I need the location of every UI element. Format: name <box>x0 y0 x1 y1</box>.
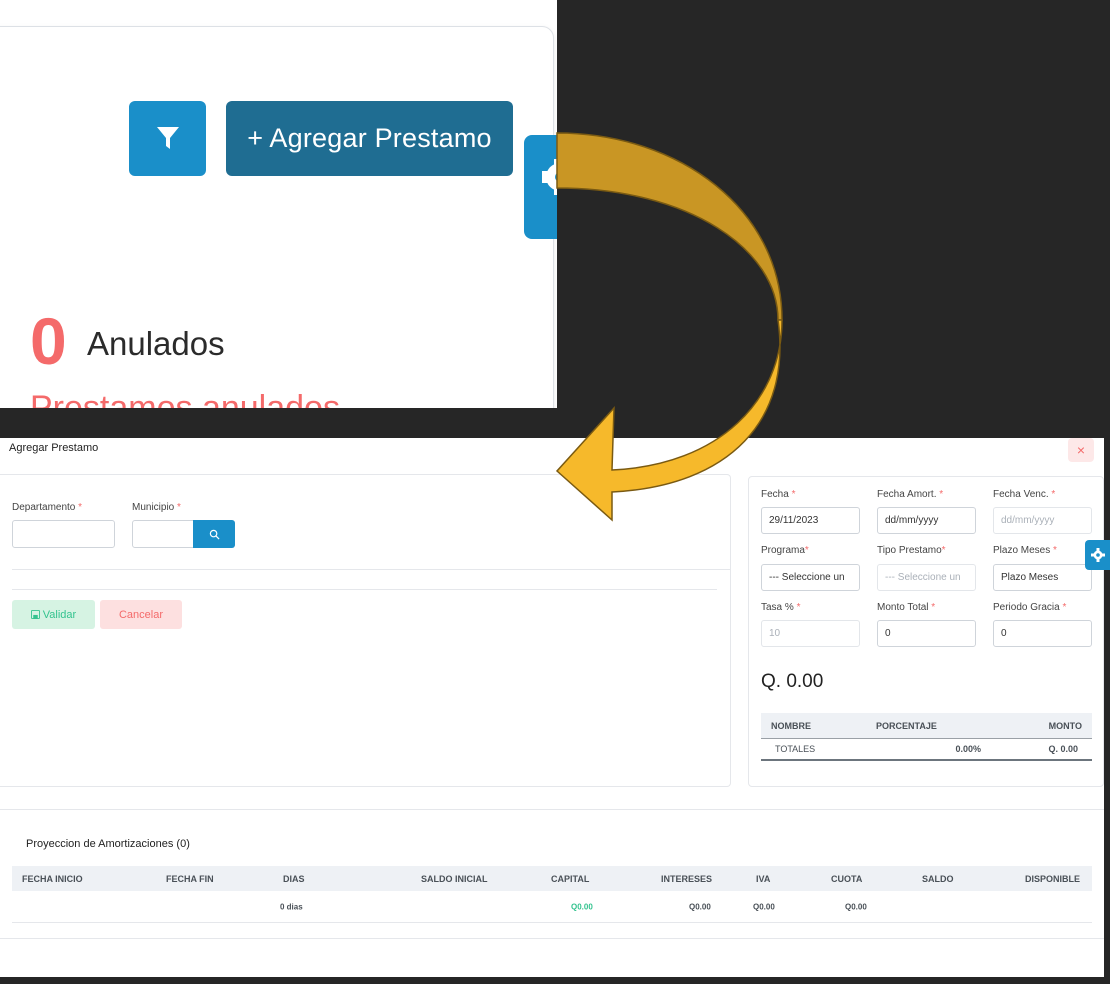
cell-intereses: Q0.00 <box>689 902 711 911</box>
projection-title: Proyeccion de Amortizaciones (0) <box>26 838 190 850</box>
search-icon <box>209 529 220 540</box>
settings-tab-small[interactable] <box>1085 540 1110 570</box>
table-row: 0 dias Q0.00 Q0.00 Q0.00 Q0.00 <box>12 891 1092 923</box>
programa-label: Programa* <box>761 545 809 556</box>
row-monto: Q. 0.00 <box>1048 744 1078 754</box>
programa-select[interactable]: --- Seleccione un <box>761 564 860 591</box>
total-amount: Q. 0.00 <box>761 671 824 692</box>
col-monto: MONTO <box>1048 720 1082 731</box>
cell-cuota: Q0.00 <box>845 902 867 911</box>
col-fecha-fin: FECHA FIN <box>166 873 214 884</box>
col-saldo-inicial: SALDO INICIAL <box>421 873 488 884</box>
col-capital: CAPITAL <box>551 873 590 884</box>
summary-table-header: NOMBRE PORCENTAJE MONTO <box>761 713 1092 739</box>
divider <box>0 809 1104 810</box>
col-nombre: NOMBRE <box>771 720 811 731</box>
tipo-prestamo-label: Tipo Prestamo* <box>877 545 946 556</box>
col-fecha-inicio: FECHA INICIO <box>22 873 83 884</box>
summary-table: NOMBRE PORCENTAJE MONTO TOTALES 0.00% Q.… <box>761 713 1092 761</box>
col-intereses: INTERESES <box>661 873 713 884</box>
col-iva: IVA <box>756 873 771 884</box>
col-disponible: DISPONIBLE <box>1024 873 1080 884</box>
divider <box>0 938 1104 939</box>
cancel-button[interactable]: Cancelar <box>100 600 182 629</box>
void-subtitle: Prestamos anulados <box>30 389 340 408</box>
periodo-gracia-input[interactable]: 0 <box>993 620 1092 647</box>
gear-icon <box>1090 548 1105 562</box>
periodo-gracia-label: Periodo Gracia * <box>993 602 1067 613</box>
tipo-prestamo-select[interactable]: --- Seleccione un <box>877 564 976 591</box>
monto-total-input[interactable]: 0 <box>877 620 976 647</box>
col-porcentaje: PORCENTAJE <box>876 720 937 731</box>
departamento-label: Departamento * <box>12 502 83 513</box>
zoomed-top-panel: + Agregar Prestamo 0 Anulados Prestamos … <box>0 0 557 408</box>
projection-table: FECHA INICIO FECHA FIN DIAS SALDO INICIA… <box>12 866 1092 923</box>
modal-title: Agregar Prestamo <box>9 442 99 454</box>
col-saldo: SALDO <box>922 873 954 884</box>
row-porcentaje: 0.00% <box>955 744 981 754</box>
add-loan-button[interactable]: + Agregar Prestamo <box>226 101 513 176</box>
divider <box>12 589 717 590</box>
cell-dias: 0 dias <box>280 902 303 911</box>
cell-capital: Q0.00 <box>571 902 593 911</box>
divider <box>12 569 730 570</box>
projection-table-header: FECHA INICIO FECHA FIN DIAS SALDO INICIA… <box>12 866 1092 891</box>
fecha-venc-input[interactable]: dd/mm/yyyy <box>993 507 1092 534</box>
fecha-label: Fecha * <box>761 489 796 500</box>
void-label: Anulados <box>87 325 225 362</box>
municipio-input[interactable] <box>132 520 194 548</box>
filter-icon <box>156 126 179 149</box>
close-button[interactable]: × <box>1068 438 1094 462</box>
monto-total-label: Monto Total * <box>877 602 936 613</box>
col-cuota: CUOTA <box>831 873 863 884</box>
tasa-input[interactable]: 10 <box>761 620 860 647</box>
fecha-amort-label: Fecha Amort. * <box>877 489 944 500</box>
fecha-input[interactable]: 29/11/2023 <box>761 507 860 534</box>
search-municipio-button[interactable] <box>193 520 235 548</box>
gear-icon <box>542 159 557 195</box>
municipio-label: Municipio * <box>132 502 181 513</box>
fecha-amort-input[interactable]: dd/mm/yyyy <box>877 507 976 534</box>
save-icon <box>30 610 40 619</box>
summary-table-row: TOTALES 0.00% Q. 0.00 <box>761 739 1092 761</box>
row-totales: TOTALES <box>775 744 816 754</box>
validate-button[interactable]: Validar <box>12 600 95 629</box>
col-dias: DIAS <box>283 873 305 884</box>
filter-button[interactable] <box>129 101 206 176</box>
fecha-venc-label: Fecha Venc. * <box>993 489 1056 500</box>
tasa-label: Tasa % * <box>761 602 801 613</box>
add-loan-modal: Agregar Prestamo Departamento * Municipi… <box>0 438 1104 977</box>
cell-iva: Q0.00 <box>753 902 775 911</box>
settings-tab[interactable] <box>524 135 557 239</box>
void-count: 0 <box>30 304 67 378</box>
plazo-meses-select[interactable]: Plazo Meses <box>993 564 1092 591</box>
plazo-meses-label: Plazo Meses * <box>993 545 1057 556</box>
loans-card <box>0 26 554 408</box>
departamento-input[interactable] <box>12 520 115 548</box>
